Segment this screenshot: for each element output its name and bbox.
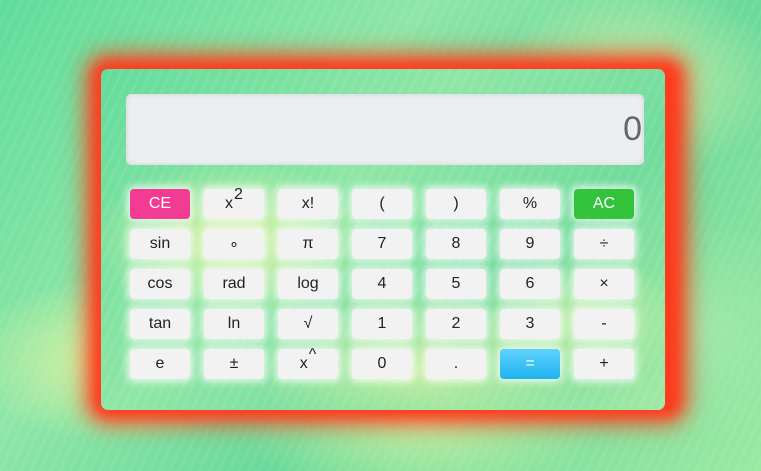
- log-button[interactable]: log: [278, 269, 338, 299]
- digit-2-button[interactable]: 2: [426, 309, 486, 339]
- square-exponent-label: 2: [234, 186, 243, 203]
- digit-0-button[interactable]: 0: [352, 349, 412, 379]
- sin-button[interactable]: sin: [130, 229, 190, 259]
- minus-button[interactable]: -: [574, 309, 634, 339]
- open-paren-button[interactable]: (: [352, 189, 412, 219]
- plus-button[interactable]: +: [574, 349, 634, 379]
- digit-6-button[interactable]: 6: [500, 269, 560, 299]
- equals-button[interactable]: =: [500, 349, 560, 379]
- calculator-display: 0: [126, 94, 644, 165]
- divide-button[interactable]: ÷: [574, 229, 634, 259]
- calculator: 0 CE x2 x! ( ) % AC sin ∘ π 7 8 9 ÷ cos …: [101, 69, 665, 410]
- euler-button[interactable]: e: [130, 349, 190, 379]
- degree-button[interactable]: ∘: [204, 229, 264, 259]
- cos-button[interactable]: cos: [130, 269, 190, 299]
- percent-button[interactable]: %: [500, 189, 560, 219]
- digit-9-button[interactable]: 9: [500, 229, 560, 259]
- digit-8-button[interactable]: 8: [426, 229, 486, 259]
- digit-4-button[interactable]: 4: [352, 269, 412, 299]
- sqrt-button[interactable]: √: [278, 309, 338, 339]
- rad-button[interactable]: rad: [204, 269, 264, 299]
- keypad: CE x2 x! ( ) % AC sin ∘ π 7 8 9 ÷ cos ra…: [130, 186, 634, 379]
- digit-1-button[interactable]: 1: [352, 309, 412, 339]
- digit-3-button[interactable]: 3: [500, 309, 560, 339]
- tan-button[interactable]: tan: [130, 309, 190, 339]
- clear-entry-button[interactable]: CE: [130, 189, 190, 219]
- pi-button[interactable]: π: [278, 229, 338, 259]
- all-clear-button[interactable]: AC: [574, 189, 634, 219]
- square-base-label: x: [225, 195, 234, 212]
- close-paren-button[interactable]: ): [426, 189, 486, 219]
- decimal-button[interactable]: .: [426, 349, 486, 379]
- power-base-label: x: [299, 355, 308, 372]
- ln-button[interactable]: ln: [204, 309, 264, 339]
- plus-minus-button[interactable]: ±: [204, 349, 264, 379]
- factorial-button[interactable]: x!: [278, 189, 338, 219]
- multiply-button[interactable]: ×: [574, 269, 634, 299]
- square-button[interactable]: x2: [204, 186, 264, 219]
- power-symbol-label: ^: [308, 346, 317, 363]
- digit-7-button[interactable]: 7: [352, 229, 412, 259]
- digit-5-button[interactable]: 5: [426, 269, 486, 299]
- power-button[interactable]: x ^: [278, 346, 338, 379]
